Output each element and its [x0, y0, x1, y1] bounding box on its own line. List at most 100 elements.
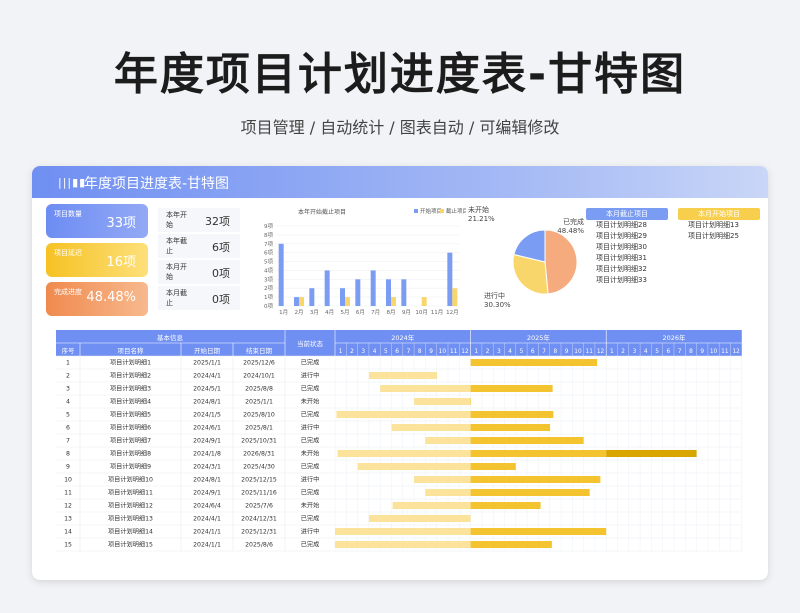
- gantt-cell-status: 进行中: [301, 476, 320, 484]
- gantt-cell-start: 2024/1/1: [193, 542, 221, 549]
- gantt-month-label: 9: [429, 349, 433, 355]
- gantt-month-label: 3: [633, 349, 637, 355]
- gantt-cell-start: 2024/5/1: [193, 386, 221, 393]
- gantt-cell-no: 10: [64, 477, 72, 484]
- gantt-cell-no: 7: [66, 438, 70, 445]
- gantt-bar: [470, 359, 598, 366]
- bar-end: [299, 297, 304, 306]
- month-end-list: 项目计划明细28 项目计划明细29 项目计划明细30 项目计划明细31 项目计划明细32…: [586, 220, 668, 286]
- gantt-month-label: 7: [407, 349, 411, 355]
- stat-label: 本年开始: [166, 211, 187, 229]
- gantt-cell-status: 已完成: [301, 541, 320, 549]
- bar-start: [447, 252, 453, 306]
- gantt-cell-end: 2025/8/6: [245, 542, 273, 549]
- gantt-bar: [414, 398, 471, 405]
- stat-value: 0项: [212, 293, 230, 306]
- bar-start: [324, 270, 330, 306]
- gantt-cell-start: 2024/1/8: [193, 451, 221, 458]
- gantt-cell-end: 2025/8/10: [243, 412, 275, 419]
- bar-start: [401, 279, 407, 306]
- gantt-cell-status: 已完成: [301, 515, 320, 523]
- gantt-cell-start: 2025/1/1: [193, 360, 221, 367]
- gantt-month-label: 12: [732, 349, 740, 355]
- gantt-cell-no: 15: [64, 542, 72, 549]
- gantt-cell-status: 已完成: [301, 359, 320, 367]
- x-tick-label: 8月: [387, 309, 396, 316]
- gantt-cell-status: 已完成: [301, 411, 320, 419]
- gantt-cell-name: 项目计划明细8: [110, 450, 151, 458]
- gantt-cell-no: 9: [66, 464, 70, 471]
- gantt-month-label: 6: [666, 349, 670, 355]
- x-tick-label: 11月: [431, 309, 444, 316]
- gantt-month-label: 2: [621, 349, 625, 355]
- gantt-month-label: 8: [418, 349, 422, 355]
- gantt-cell-end: 2025/1/1: [245, 399, 273, 406]
- gantt-bar: [470, 450, 607, 457]
- gantt-cell-name: 项目计划明细15: [108, 541, 153, 549]
- dashboard-card: |||▮▮ 年度项目进度表-甘特图 项目数量 33项 项目延迟 16项 完成进度…: [32, 166, 768, 580]
- gantt-month-label: 2: [486, 349, 490, 355]
- gantt-bar: [425, 489, 471, 496]
- month-start-item: 项目计划明细25: [688, 232, 739, 240]
- gantt-month-label: 9: [700, 349, 704, 355]
- bar-start: [340, 288, 345, 306]
- gantt-cell-name: 项目计划明细4: [110, 398, 151, 406]
- kpi-label: 项目数量: [54, 210, 82, 218]
- x-tick-label: 9月: [402, 309, 411, 316]
- gantt-cell-status: 已完成: [301, 437, 320, 445]
- gantt-table: 基本信息 序号 项目名称 开始日期 结束日期 当前状态 2024年 1 2 3 4 5 6 7 8 9 10 11…: [56, 330, 744, 558]
- gantt-cell-no: 1: [66, 360, 70, 367]
- gantt-month-label: 8: [689, 349, 693, 355]
- gantt-cell-no: 11: [64, 490, 72, 497]
- gantt-cell-no: 3: [66, 386, 70, 393]
- legend-swatch: [414, 209, 418, 213]
- stat-value: 32项: [205, 215, 230, 228]
- gantt-year-label: 2026年: [662, 333, 686, 342]
- y-tick-label: 9项: [264, 223, 273, 230]
- gantt-cell-status: 进行中: [301, 528, 320, 536]
- gantt-month-label: 3: [497, 349, 501, 355]
- month-start-list: 项目计划明细13 项目计划明细25: [678, 220, 760, 242]
- stat-month-end: 本月截止 0项: [158, 286, 240, 310]
- pie-label-progress: 进行中 30.30%: [484, 292, 511, 309]
- x-tick-label: 3月: [310, 309, 319, 316]
- gantt-cell-no: 13: [64, 516, 72, 523]
- gantt-cell-end: 2024/12/31: [241, 516, 277, 523]
- gantt-bar: [470, 411, 554, 418]
- gantt-cell-end: 2025/12/6: [243, 360, 275, 367]
- gantt-cell-start: 2024/4/1: [193, 516, 221, 523]
- gantt-cell-name: 项目计划明细14: [108, 528, 153, 536]
- gantt-cell-name: 项目计划明细12: [108, 502, 153, 510]
- gantt-cell-no: 14: [64, 529, 72, 536]
- gantt-cell-start: 2024/9/1: [193, 438, 221, 445]
- gantt-cell-start: 2024/3/1: [193, 464, 221, 471]
- gantt-cell-start: 2024/6/1: [193, 425, 221, 432]
- gantt-month-label: 7: [542, 349, 546, 355]
- gantt-month-label: 1: [339, 349, 343, 355]
- y-tick-label: 1项: [264, 294, 273, 301]
- gantt-cell-no: 12: [64, 503, 72, 510]
- y-tick-label: 7项: [264, 241, 273, 248]
- month-end-panel: 本月截止项目 项目计划明细28 项目计划明细29 项目计划明细30 项目计划明细31 项…: [586, 208, 668, 286]
- gantt-column-header: 序号: [62, 346, 76, 355]
- month-end-item: 项目计划明细30: [596, 243, 647, 251]
- stat-year-end: 本年截止 6项: [158, 234, 240, 258]
- pie-slice: [544, 229, 578, 295]
- bar-start: [370, 270, 376, 306]
- gantt-group-header: 基本信息: [157, 333, 184, 342]
- kpi-project-count: 项目数量 33项: [46, 204, 148, 238]
- x-tick-label: 12月: [446, 309, 459, 316]
- gantt-chart: 基本信息序号 项目名称 开始日期 结束日期当前状态2024年1 2 3 4 5 6 7 8 9 10 11…: [56, 330, 743, 552]
- gantt-cell-end: 2025/10/31: [241, 438, 277, 445]
- gantt-bar: [337, 450, 471, 457]
- gantt-column-header: 开始日期: [194, 346, 221, 355]
- y-tick-label: 5项: [264, 259, 273, 266]
- gantt-cell-status: 已完成: [301, 385, 320, 393]
- x-tick-label: 10月: [415, 309, 428, 316]
- gantt-month-label: 10: [710, 349, 718, 355]
- gantt-month-label: 4: [644, 349, 648, 355]
- stat-value: 6项: [212, 241, 230, 254]
- y-tick-label: 6项: [264, 250, 273, 257]
- kpi-project-delay: 项目延迟 16项: [46, 243, 148, 277]
- stat-month-start: 本月开始 0项: [158, 260, 240, 284]
